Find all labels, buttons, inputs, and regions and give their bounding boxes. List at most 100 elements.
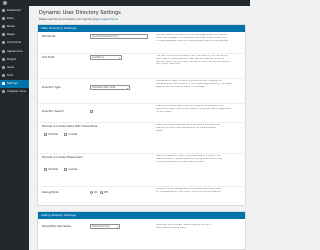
help-text: Select the users you would like to exclu… (156, 155, 244, 163)
menu-item-comments[interactable]: Comments (0, 39, 29, 47)
menu-label: Tools (7, 74, 14, 78)
menu-item-posts[interactable]: Posts (0, 14, 29, 22)
plugins-icon (2, 57, 5, 61)
show-username-select[interactable]: Show Username ▾ (90, 224, 120, 229)
exclude-label: Exclude (48, 168, 58, 171)
help-text: Debug mode will display extra informatio… (156, 188, 244, 194)
divider (38, 153, 247, 154)
show-hide-username-row: Show/Hide User Name Show Username ▾ Opti… (38, 224, 247, 238)
help-text: Optionally hide the user name shown at t… (156, 224, 244, 230)
help-line: each directory listing entry. (156, 226, 186, 229)
collapse-icon (2, 90, 5, 94)
field-label: Directory Type (42, 86, 61, 89)
tools-icon (2, 74, 5, 78)
intro-text: Please read the documentation and visit … (39, 18, 244, 21)
users-icon (2, 65, 5, 69)
exclude-roles-checkbox[interactable] (44, 133, 47, 136)
main-settings-panel: Main Directory Settings Shortcode [Dynam… (37, 24, 247, 206)
page-title: Dynamic User Directory Settings (39, 10, 121, 16)
include-label: Include (68, 133, 78, 136)
menu-item-pages[interactable]: Pages (0, 31, 29, 39)
chevron-down-icon: ▾ (126, 86, 128, 90)
shortcode-row: Shortcode [DynamicUserDirectory] Copy an… (38, 34, 247, 52)
menu-label: Plugins (7, 57, 17, 61)
menu-item-appearance[interactable]: Appearance (0, 47, 29, 55)
include-users-checkbox[interactable] (64, 168, 67, 171)
chevron-down-icon: ▾ (118, 56, 120, 60)
help-text: Check to include a search box at the top… (156, 105, 244, 113)
field-label: Exclude or Include Users With These Role… (42, 125, 98, 128)
wordpress-logo-icon[interactable] (3, 1, 7, 5)
help-line: below. (156, 129, 163, 132)
intro-sentence: Please read the documentation and visit … (39, 18, 101, 21)
exclude-label: Exclude (48, 133, 58, 136)
listing-settings-panel: Listing Display Settings Show/Hide User … (37, 211, 246, 250)
menu-label: Collapse menu (7, 90, 27, 94)
debug-mode-row: Debug Mode On Off Debug mode will displa… (38, 188, 247, 204)
menu-item-collapse[interactable]: Collapse menu (0, 88, 29, 96)
divider (38, 78, 247, 79)
field-label: Debug Mode (42, 191, 59, 194)
field-label: Show/Hide User Name (42, 225, 71, 228)
menu-item-media[interactable]: Media (0, 22, 29, 30)
menu-label: Pages (7, 33, 15, 37)
menu-label: Posts (7, 16, 14, 20)
directory-search-checkbox[interactable] (90, 110, 93, 113)
divider (38, 103, 247, 104)
directory-type-row: Directory Type Alphabet Letter Links ▾ C… (38, 80, 247, 102)
include-label: Include (68, 168, 78, 171)
field-label: Directory Search (42, 110, 64, 113)
debug-on-radio[interactable] (90, 191, 93, 194)
help-line: for your users. (156, 110, 172, 113)
directory-search-row: Directory Search Check to include a sear… (38, 105, 247, 121)
wp-admin: Dashboard Posts Media Pages Comments App… (0, 0, 250, 250)
help-line: for troubleshooting. Turn this off once … (156, 190, 222, 193)
sort-field-row: Sort Field Last Name ▾ The field that sh… (38, 55, 247, 77)
panel-header: Main Directory Settings (38, 25, 245, 32)
selected-value: Last Name (92, 56, 104, 59)
menu-label: Comments (7, 41, 22, 45)
selected-value: Alphabet Letter Links (92, 86, 116, 89)
help-text: Copy and paste this shortcode onto the p… (156, 34, 244, 42)
settings-icon (2, 82, 5, 86)
divider (38, 186, 247, 187)
directory-type-select[interactable]: Alphabet Letter Links ▾ (90, 85, 130, 90)
on-label: On (94, 191, 98, 194)
menu-label: Media (7, 24, 15, 28)
media-icon (2, 24, 5, 28)
exclude-users-checkbox[interactable] (44, 168, 47, 171)
off-label: Off (104, 191, 108, 194)
exclude-roles-row: Exclude or Include Users With These Role… (38, 124, 247, 152)
comments-icon (2, 41, 5, 45)
shortcode-field[interactable]: [DynamicUserDirectory] (90, 34, 148, 39)
help-line: If none are selected, all users will be … (156, 160, 205, 163)
admin-sidebar: Dashboard Posts Media Pages Comments App… (0, 6, 29, 250)
debug-off-radio[interactable] (100, 191, 103, 194)
pages-icon (2, 33, 5, 37)
field-label: Sort Field (42, 56, 55, 59)
help-line: to create separate directory instances, … (156, 39, 229, 42)
menu-label: Dashboard (7, 8, 22, 12)
main-content: Dynamic User Directory Settings Please r… (29, 6, 250, 250)
menu-item-settings[interactable]: Settings (0, 79, 29, 88)
selected-value: Show Username (92, 225, 110, 228)
menu-label: Appearance (7, 49, 23, 53)
sort-field-select[interactable]: Last Name ▾ (90, 55, 122, 60)
field-label: Shortcode (42, 35, 56, 38)
support-forum-link[interactable]: support forum (101, 18, 118, 21)
appearance-icon (2, 49, 5, 53)
help-text: The field that should be used to sort th… (156, 55, 244, 66)
dashboard-icon (2, 8, 5, 12)
divider (38, 53, 247, 54)
chevron-down-icon: ▾ (116, 225, 118, 229)
include-roles-checkbox[interactable] (64, 133, 67, 136)
menu-item-users[interactable]: Users (0, 63, 29, 71)
help-line: sort by any meta field. (156, 63, 181, 66)
menu-item-tools[interactable]: Tools (0, 72, 29, 80)
menu-label: Settings (7, 82, 18, 86)
menu-item-dashboard[interactable]: Dashboard (0, 6, 29, 14)
field-label: Exclude or Include These Users (42, 156, 83, 159)
panel-header: Listing Display Settings (38, 212, 245, 219)
menu-item-plugins[interactable]: Plugins (0, 55, 29, 63)
help-text: Choose which type of directory you would… (156, 80, 244, 88)
